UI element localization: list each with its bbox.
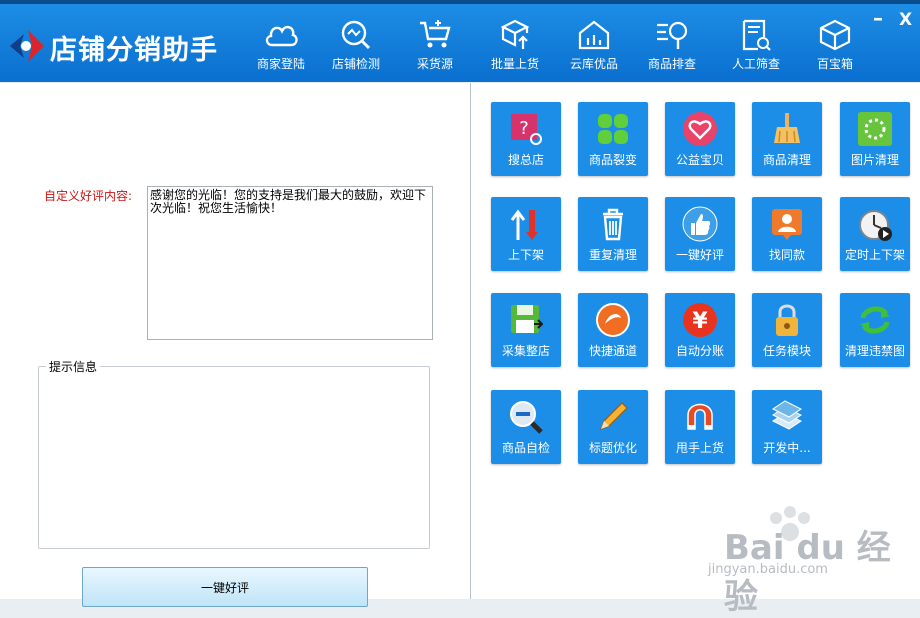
broom-icon [774, 113, 800, 143]
cube-icon [819, 19, 851, 51]
tool-scheduled-listing[interactable]: 定时上下架 [840, 197, 910, 271]
tool-clear-banned-images[interactable]: 清理违禁图 [840, 293, 910, 367]
nav-shop-check[interactable]: 店铺检测 [318, 10, 394, 78]
tool-label: 商品自检 [501, 441, 550, 455]
tool-charity-item[interactable]: 公益宝贝 [665, 102, 735, 176]
compass-icon [596, 303, 630, 337]
tool-duplicate-cleanup[interactable]: 重复清理 [578, 197, 648, 271]
person-icon [772, 209, 802, 240]
tool-label: 快捷通道 [588, 344, 637, 358]
close-button[interactable]: X [899, 10, 912, 30]
nav-label: 批量上货 [490, 57, 539, 71]
nav-label: 店铺检测 [331, 57, 380, 71]
tool-product-cleanup[interactable]: 商品清理 [752, 102, 822, 176]
cloud-icon [265, 25, 298, 47]
tool-one-click-review[interactable]: 一键好评 [665, 197, 735, 271]
document-search-icon [742, 19, 771, 51]
nav-purchase-source[interactable]: 采货源 [397, 10, 473, 78]
tool-label: 图片清理 [850, 153, 899, 167]
nav-label: 人工筛查 [731, 57, 780, 71]
custom-review-label: 自定义好评内容: [44, 189, 133, 203]
stack-icon [772, 400, 802, 430]
custom-review-input[interactable]: 感谢您的光临！您的支持是我们最大的鼓励，欢迎下次光临！祝您生活愉快！ [147, 186, 433, 340]
four-leaf-icon [598, 114, 628, 144]
hint-groupbox [38, 366, 430, 549]
nav-toolbox[interactable]: 百宝箱 [797, 10, 873, 78]
pencil-icon [599, 402, 628, 431]
tool-title-optimize[interactable]: 标题优化 [578, 390, 648, 464]
tool-label: 商品裂变 [588, 153, 637, 167]
tool-in-development[interactable]: 开发中... [752, 390, 822, 464]
tool-product-self-check[interactable]: 商品自检 [491, 390, 561, 464]
nav-label: 商品排查 [647, 57, 696, 71]
refresh-icon [860, 306, 890, 334]
tool-product-split[interactable]: 商品裂变 [578, 102, 648, 176]
tool-label: 开发中... [763, 441, 811, 455]
svg-text:¥: ¥ [692, 309, 708, 334]
stopwatch-icon [859, 210, 892, 241]
nav-label: 百宝箱 [816, 57, 853, 71]
tool-label: 公益宝贝 [675, 153, 724, 167]
tool-collect-shop[interactable]: 采集整店 [491, 293, 561, 367]
tool-label: 找同款 [768, 248, 805, 262]
one-click-review-button[interactable]: 一键好评 [82, 567, 368, 607]
cart-icon [420, 20, 451, 48]
tool-label: 上下架 [507, 248, 544, 262]
nav-batch-upload[interactable]: 批量上货 [477, 10, 553, 78]
app-title: 店铺分销助手 [50, 35, 218, 66]
tool-label: 重复清理 [588, 248, 637, 262]
yen-icon: ¥ [683, 303, 717, 337]
tool-task-module[interactable]: 任务模块 [752, 293, 822, 367]
tool-label: 采集整店 [501, 344, 550, 358]
nav-cloud-goods[interactable]: 云库优品 [556, 10, 632, 78]
nav-merchant-login[interactable]: 商家登陆 [243, 10, 319, 78]
list-search-icon [657, 21, 688, 49]
tool-label: 商品清理 [762, 153, 811, 167]
heart-icon [683, 112, 717, 146]
floppy-icon [511, 305, 544, 333]
up-down-arrow-icon [510, 209, 538, 240]
padlock-icon [776, 304, 798, 336]
nav-label: 云库优品 [569, 57, 618, 71]
tool-search-shop[interactable]: ? 搜总店 [491, 102, 561, 176]
title-strip [0, 0, 920, 4]
tool-hands-free-upload[interactable]: 甩手上货 [665, 390, 735, 464]
tool-image-cleanup[interactable]: 图片清理 [840, 102, 910, 176]
tool-find-same[interactable]: 找同款 [752, 197, 822, 271]
nav-label: 采货源 [416, 57, 453, 71]
tool-quick-channel[interactable]: 快捷通道 [578, 293, 648, 367]
tool-label: 一键好评 [675, 248, 724, 262]
nav-manual-screen[interactable]: 人工筛查 [718, 10, 794, 78]
tool-list-delist[interactable]: 上下架 [491, 197, 561, 271]
loading-ring-icon [858, 112, 892, 146]
house-icon [578, 20, 610, 50]
tool-label: 标题优化 [588, 441, 637, 455]
trash-icon [603, 208, 623, 241]
tool-label: 甩手上货 [675, 441, 724, 455]
thumbs-up-icon [682, 206, 718, 242]
box-upload-icon [500, 19, 530, 49]
tool-label: 任务模块 [762, 344, 811, 358]
app-logo-icon [10, 30, 44, 62]
title-bar: 店铺分销助手 商家登陆 店铺检测 采货源 批量上货 云库优品 商品排查 人工筛查… [0, 0, 920, 82]
tool-label: 定时上下架 [844, 248, 905, 262]
tool-label: 搜总店 [507, 153, 544, 167]
nav-product-screen[interactable]: 商品排查 [634, 10, 710, 78]
hint-label: 提示信息 [46, 358, 101, 375]
tool-auto-split-bill[interactable]: ¥ 自动分账 [665, 293, 735, 367]
svg-text:?: ? [519, 118, 529, 139]
nav-label: 商家登陆 [256, 57, 305, 71]
magnifier-check-icon [341, 20, 371, 50]
question-search-icon: ? [511, 114, 542, 145]
tool-label: 清理违禁图 [844, 344, 905, 358]
magnet-icon [687, 403, 713, 430]
minimize-button[interactable]: – [873, 6, 883, 30]
watermark-url: jingyan.baidu.com [708, 562, 828, 577]
zoom-out-icon [510, 401, 543, 434]
tool-label: 自动分账 [675, 344, 724, 358]
